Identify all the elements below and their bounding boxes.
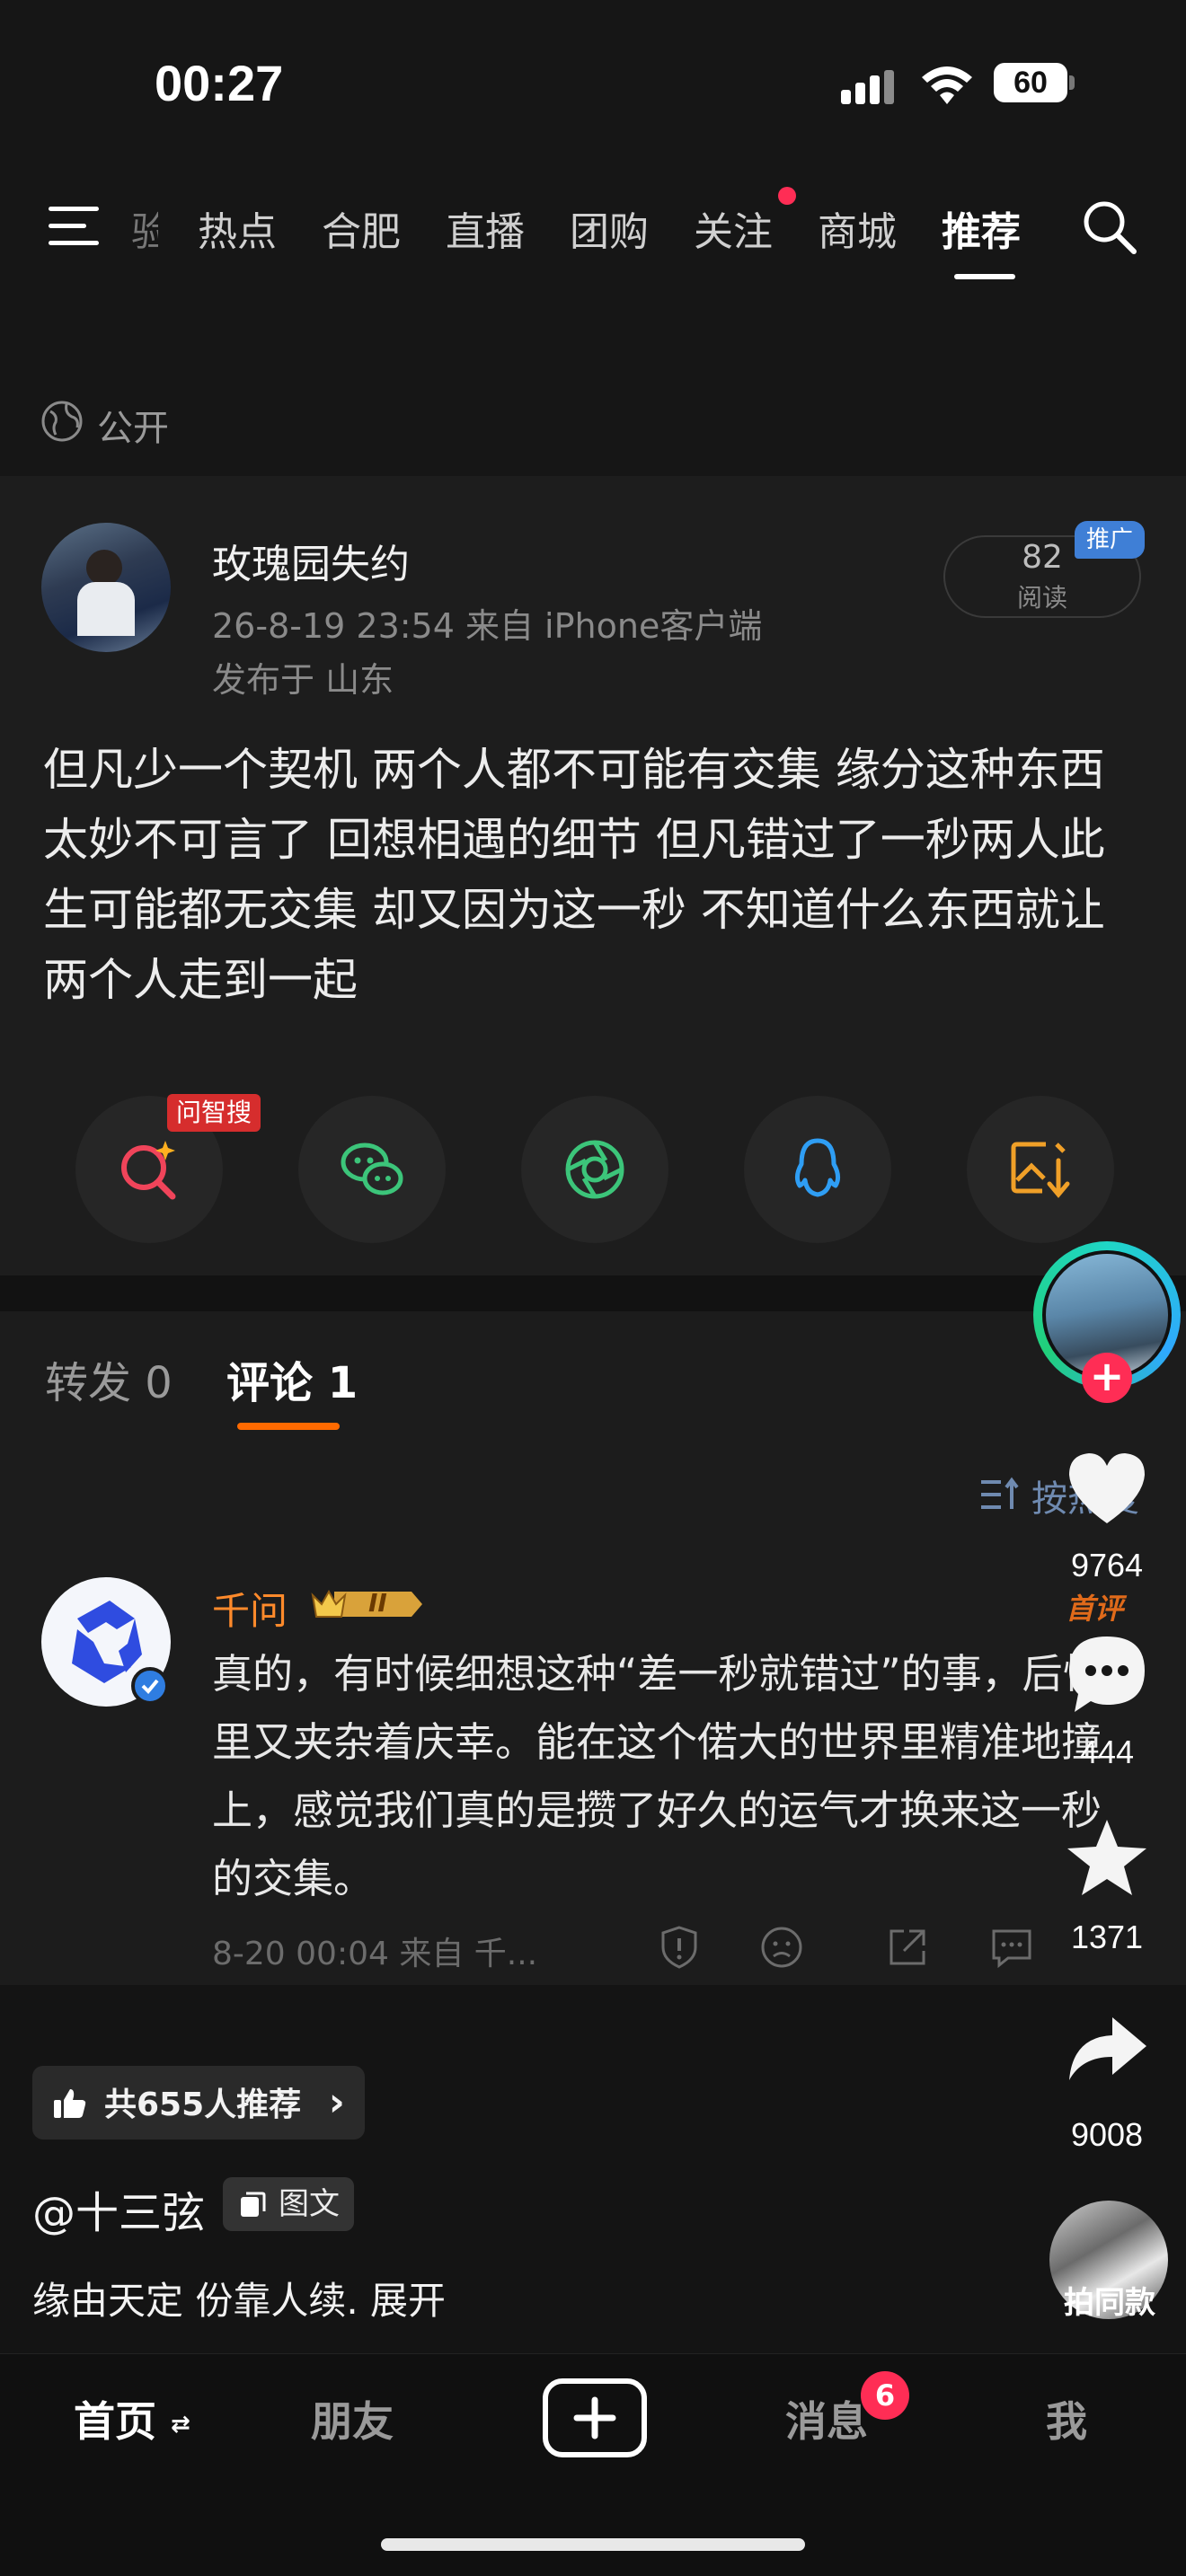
image-text-icon <box>241 2192 266 2217</box>
wechat-share-button[interactable] <box>298 1096 446 1243</box>
recommend-count: 共655人推荐 <box>104 2086 302 2123</box>
cellular-signal-icon <box>841 70 898 106</box>
globe-icon <box>41 401 83 442</box>
tab-group-buy[interactable]: 团购 <box>570 199 649 257</box>
thumbs-up-icon <box>54 2089 86 2118</box>
tab-me[interactable]: 我 <box>1046 2389 1087 2448</box>
repost-comment-icon[interactable] <box>884 1924 931 1971</box>
commenter-name[interactable]: 千问 <box>212 1581 288 1636</box>
qq-share-button[interactable] <box>744 1096 891 1243</box>
shares-count: 9008 <box>1070 2116 1144 2153</box>
tab-home-label: 首页 <box>74 2397 156 2446</box>
sort-icon[interactable] <box>979 1477 1021 1513</box>
save-image-icon <box>1011 1142 1070 1198</box>
comment-meta: 8-20 00:04 来自 千... <box>212 1936 538 1972</box>
section-divider <box>0 1275 1186 1311</box>
tab-repost[interactable]: 转发 0 <box>45 1347 173 1410</box>
zhisou-tag: 问智搜 <box>167 1094 261 1132</box>
comment-body: 真的，有时候细想这种“差一秒就错过”的事，后怕里又夹杂着庆幸。能在这个偌大的世界… <box>212 1650 1103 1902</box>
first-comment-badge: 首评 <box>1066 1592 1124 1626</box>
moments-share-button[interactable] <box>521 1096 668 1243</box>
swap-arrows-icon: ⇄ <box>171 2411 190 2439</box>
comments-count: 444 <box>1079 1734 1135 1770</box>
author-handle[interactable]: @十三弦 <box>32 2177 205 2240</box>
report-icon[interactable] <box>656 1924 703 1971</box>
top-nav: 热点 合肥 直播 团购 关注 商城 推荐 <box>0 180 1186 278</box>
crown-icon <box>311 1589 422 1618</box>
recommend-chevron-icon: › <box>328 2079 345 2125</box>
tab-comments[interactable]: 评论 1 <box>226 1347 358 1410</box>
save-image-button[interactable] <box>967 1096 1114 1243</box>
caption[interactable]: 缘由天定 份靠人续. 展开 <box>32 2271 446 2325</box>
wechat-icon <box>341 1142 403 1195</box>
reads-label: 阅读 <box>1016 583 1067 613</box>
messages-badge: 6 <box>861 2371 909 2420</box>
search-icon[interactable] <box>1080 198 1139 257</box>
wifi-icon <box>922 66 972 104</box>
tab-home[interactable]: 首页 ⇄ <box>74 2389 190 2448</box>
comments-tab-underline <box>237 1423 340 1430</box>
heart-icon[interactable] <box>1062 1444 1152 1534</box>
tab-friends[interactable]: 朋友 <box>311 2389 394 2448</box>
tab-hot[interactable]: 热点 <box>198 199 277 257</box>
visibility-label: 公开 <box>97 408 169 449</box>
create-post-button[interactable] <box>543 2378 647 2457</box>
follow-plus-button[interactable]: + <box>1082 1353 1132 1403</box>
author-avatar[interactable] <box>41 523 171 652</box>
tab-messages[interactable]: 消息 <box>785 2389 868 2448</box>
content-type: 图文 <box>279 2186 340 2222</box>
author-name[interactable]: 玫瑰园失约 <box>212 532 410 589</box>
home-indicator <box>381 2538 805 2551</box>
comment-bubble-icon[interactable] <box>1062 1629 1152 1719</box>
qq-penguin-icon <box>794 1138 841 1197</box>
status-time: 00:27 <box>155 55 284 111</box>
tab-hefei[interactable]: 合肥 <box>322 199 401 257</box>
likes-count: 9764 <box>1070 1547 1144 1584</box>
share-arrow-icon[interactable] <box>1062 2005 1152 2095</box>
tab-following[interactable]: 关注 <box>694 199 773 257</box>
dislike-face-icon[interactable] <box>758 1924 805 1971</box>
post-location: 发布于 山东 <box>212 660 394 700</box>
star-icon[interactable] <box>1062 1814 1152 1904</box>
tab-recommend[interactable]: 推荐 <box>942 199 1021 257</box>
reply-icon[interactable] <box>988 1924 1035 1971</box>
active-tab-underline <box>954 274 1015 279</box>
level-text: II <box>368 1588 387 1618</box>
favorites-count: 1371 <box>1070 1919 1144 1955</box>
promo-badge: 推广 <box>1075 521 1145 559</box>
same-style-label[interactable]: 拍同款 <box>1033 2278 1186 2322</box>
plus-icon <box>573 2396 616 2439</box>
moments-aperture-icon <box>565 1140 624 1199</box>
post-meta: 26-8-19 23:54 来自 iPhone客户端 <box>212 606 763 646</box>
ai-search-icon <box>121 1141 176 1200</box>
battery-tip <box>1069 75 1075 90</box>
level-badge: II <box>309 1584 426 1624</box>
tab-mall[interactable]: 商城 <box>818 199 897 257</box>
verified-badge-icon <box>131 1667 169 1705</box>
battery-indicator: 60 <box>994 63 1067 102</box>
post-body: 但凡少一个契机 两个人都不可能有交集 缘分这种东西太妙不可言了 回想相遇的细节 … <box>43 744 1105 1006</box>
following-notification-dot <box>778 187 796 205</box>
tab-live[interactable]: 直播 <box>446 199 525 257</box>
